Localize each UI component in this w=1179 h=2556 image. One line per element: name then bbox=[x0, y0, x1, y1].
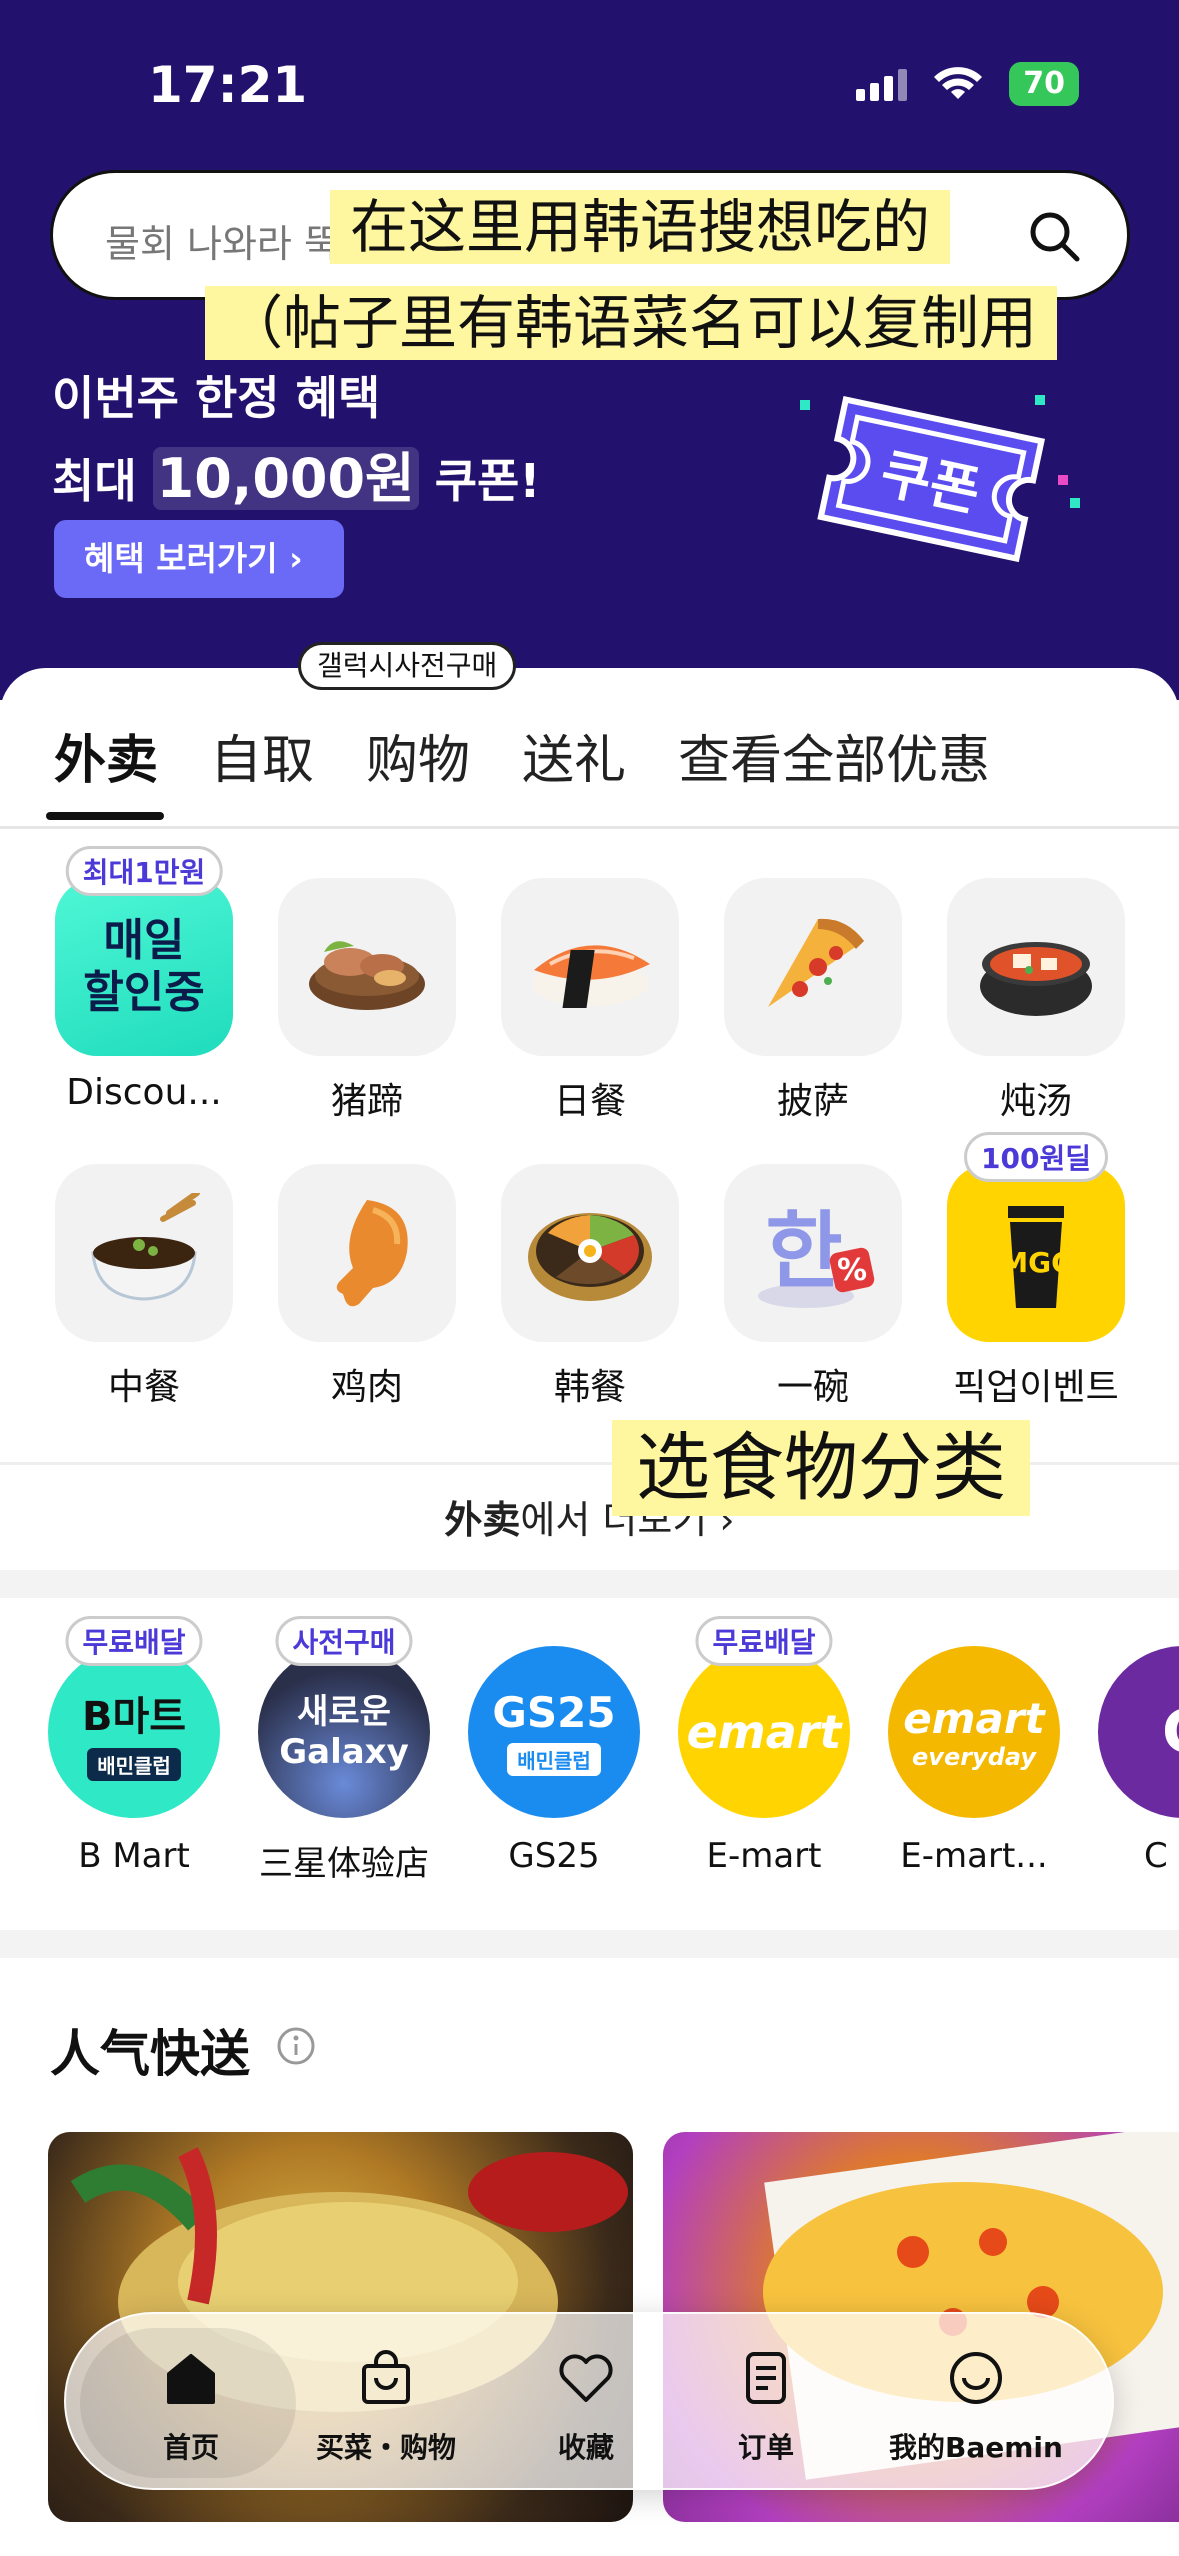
pizza-icon bbox=[724, 878, 902, 1056]
category-korean[interactable]: 韩餐 bbox=[490, 1164, 690, 1410]
category-one-bowl[interactable]: 한% 一碗 bbox=[713, 1164, 913, 1410]
category-label: 炖汤 bbox=[999, 1081, 1072, 1122]
tab-all-deals[interactable]: 查看全部优惠 bbox=[678, 718, 990, 793]
tab-favorites[interactable]: 收藏 bbox=[506, 2314, 666, 2492]
battery-indicator: 70 bbox=[1009, 62, 1079, 106]
chicken-drumstick-icon bbox=[278, 1164, 456, 1342]
promo-line-2: 최대 10,000원 쿠폰! bbox=[52, 447, 541, 510]
category-label: 中餐 bbox=[107, 1367, 180, 1408]
category-discount[interactable]: 최대1만원 매일 할인중 Discou... bbox=[44, 846, 244, 1113]
promo-line-1: 이번주 한정 혜택 bbox=[52, 371, 381, 425]
store-label: B Mart bbox=[78, 1836, 190, 1876]
search-placeholder: 물회 나와라 뚝 bbox=[105, 222, 339, 266]
emart-everyday-logo: emart everyday bbox=[888, 1646, 1060, 1818]
home-icon bbox=[167, 2354, 215, 2404]
status-time: 17:21 bbox=[148, 56, 308, 114]
svg-text:MGC: MGC bbox=[1000, 1246, 1071, 1279]
annotation-search-hint-1: 在这里用韩语搜想吃的 bbox=[330, 190, 951, 264]
store-badge: 사전구매 bbox=[275, 1616, 413, 1666]
bmart-logo: B마트 배민클럽 bbox=[48, 1646, 220, 1818]
category-chicken[interactable]: 鸡肉 bbox=[267, 1164, 467, 1410]
cellular-signal-icon bbox=[856, 67, 908, 101]
shopping-bag-icon bbox=[362, 2350, 410, 2404]
store-label: 三星体验店 bbox=[259, 1844, 429, 1884]
category-pizza[interactable]: 披萨 bbox=[713, 878, 913, 1124]
tab-delivery[interactable]: 外卖 bbox=[54, 718, 158, 793]
category-label: 日餐 bbox=[553, 1081, 626, 1122]
category-badge: 100원딜 bbox=[964, 1132, 1108, 1182]
category-stew[interactable]: 炖汤 bbox=[936, 878, 1136, 1124]
samsung-galaxy-logo: 새로운 Galaxy bbox=[258, 1646, 430, 1818]
active-tab-indicator bbox=[46, 812, 164, 820]
category-label: 픽업이벤트 bbox=[953, 1367, 1119, 1408]
profile-smile-icon bbox=[950, 2352, 1002, 2404]
han-bowl-icon: 한% bbox=[724, 1164, 902, 1342]
section-divider bbox=[0, 1930, 1179, 1958]
tab-my-baemin[interactable]: 我的Baemin bbox=[866, 2314, 1086, 2492]
bottom-tab-bar: 首页 买菜・购物 收藏 订单 我的Baemin bbox=[64, 2312, 1114, 2490]
store-badge: 무료배달 bbox=[695, 1616, 833, 1666]
category-label: 猪蹄 bbox=[330, 1081, 403, 1122]
store-label: E-mart... bbox=[900, 1836, 1048, 1876]
pork-trotter-icon bbox=[278, 878, 456, 1056]
store-emart-everyday[interactable]: emart everyday E-mart... bbox=[874, 1646, 1074, 1876]
tab-gift[interactable]: 送礼 bbox=[522, 718, 626, 793]
stew-icon bbox=[947, 878, 1125, 1056]
tab-shopping[interactable]: 购物 bbox=[366, 718, 470, 793]
category-label: 鸡肉 bbox=[330, 1367, 403, 1408]
store-emart[interactable]: 무료배달 emart E-mart bbox=[664, 1616, 864, 1876]
section-divider bbox=[0, 1570, 1179, 1598]
category-label: 韩餐 bbox=[553, 1367, 626, 1408]
tab-orders[interactable]: 订单 bbox=[686, 2314, 846, 2492]
tab-divider bbox=[0, 826, 1179, 829]
heart-icon bbox=[559, 2354, 613, 2402]
category-japanese[interactable]: 日餐 bbox=[490, 878, 690, 1124]
store-label: C bbox=[1144, 1836, 1168, 1876]
view-benefits-button[interactable]: 혜택 보러가기 › bbox=[54, 520, 344, 598]
presale-tag: 갤럭시사전구매 bbox=[298, 642, 517, 690]
tab-pickup[interactable]: 自取 bbox=[210, 718, 314, 793]
store-samsung[interactable]: 사전구매 새로운 Galaxy 三星体验店 bbox=[244, 1616, 444, 1885]
hero-banner: 17:21 70 물회 나와라 뚝 이번주 한정 혜택 최대 10,000원 쿠… bbox=[0, 0, 1179, 700]
gs25-logo: GS25 배민클럽 bbox=[468, 1646, 640, 1818]
store-bmart[interactable]: 무료배달 B마트 배민클럽 B Mart bbox=[34, 1616, 234, 1876]
bibimbap-icon bbox=[501, 1164, 679, 1342]
category-label: 一碗 bbox=[776, 1367, 849, 1408]
store-gs25[interactable]: GS25 배민클럽 GS25 bbox=[454, 1646, 654, 1876]
category-pickup-event[interactable]: 100원딜 MGC 픽업이벤트 bbox=[936, 1132, 1136, 1410]
svg-text:한: 한 bbox=[765, 1202, 842, 1300]
orders-icon bbox=[746, 2352, 786, 2404]
category-chinese[interactable]: 中餐 bbox=[44, 1164, 244, 1410]
jajangmyeon-icon bbox=[55, 1164, 233, 1342]
status-icons: 70 bbox=[856, 62, 1079, 106]
category-pork-trotter[interactable]: 猪蹄 bbox=[267, 878, 467, 1124]
category-label: Discou... bbox=[66, 1072, 222, 1113]
tab-groceries-shopping[interactable]: 买菜・购物 bbox=[286, 2314, 486, 2492]
tile-text: 매일 할인중 bbox=[83, 915, 205, 1018]
daily-discount-icon: 최대1만원 매일 할인중 bbox=[55, 846, 233, 1056]
store-partial[interactable]: C C bbox=[1084, 1646, 1179, 1876]
info-icon[interactable] bbox=[276, 2026, 316, 2066]
category-label: 披萨 bbox=[776, 1081, 849, 1122]
store-partial-logo: C bbox=[1098, 1646, 1179, 1818]
category-badge: 최대1만원 bbox=[65, 846, 223, 896]
sushi-icon bbox=[501, 878, 679, 1056]
store-label: GS25 bbox=[508, 1836, 600, 1876]
svg-text:%: % bbox=[837, 1253, 867, 1288]
wifi-icon bbox=[934, 67, 983, 99]
annotation-search-hint-2: （帖子里有韩语菜名可以复制用 bbox=[205, 286, 1058, 360]
chevron-right-icon: › bbox=[289, 539, 303, 578]
store-label: E-mart bbox=[706, 1836, 822, 1876]
section-title: 人气快送 bbox=[50, 2025, 250, 2083]
store-badge: 무료배달 bbox=[65, 1616, 203, 1666]
promo-amount: 10,000원 bbox=[152, 447, 419, 510]
search-icon[interactable] bbox=[1023, 205, 1087, 269]
emart-logo: emart bbox=[678, 1646, 850, 1818]
tab-home[interactable]: 首页 bbox=[106, 2314, 276, 2492]
annotation-category-hint: 选食物分类 bbox=[612, 1420, 1030, 1516]
coupon-ticket-icon[interactable]: 쿠폰 bbox=[790, 380, 1080, 590]
mgc-coffee-icon: 100원딜 MGC bbox=[947, 1132, 1125, 1342]
service-tabs: 外卖 自取 购物 送礼 查看全部优惠 bbox=[54, 718, 990, 793]
